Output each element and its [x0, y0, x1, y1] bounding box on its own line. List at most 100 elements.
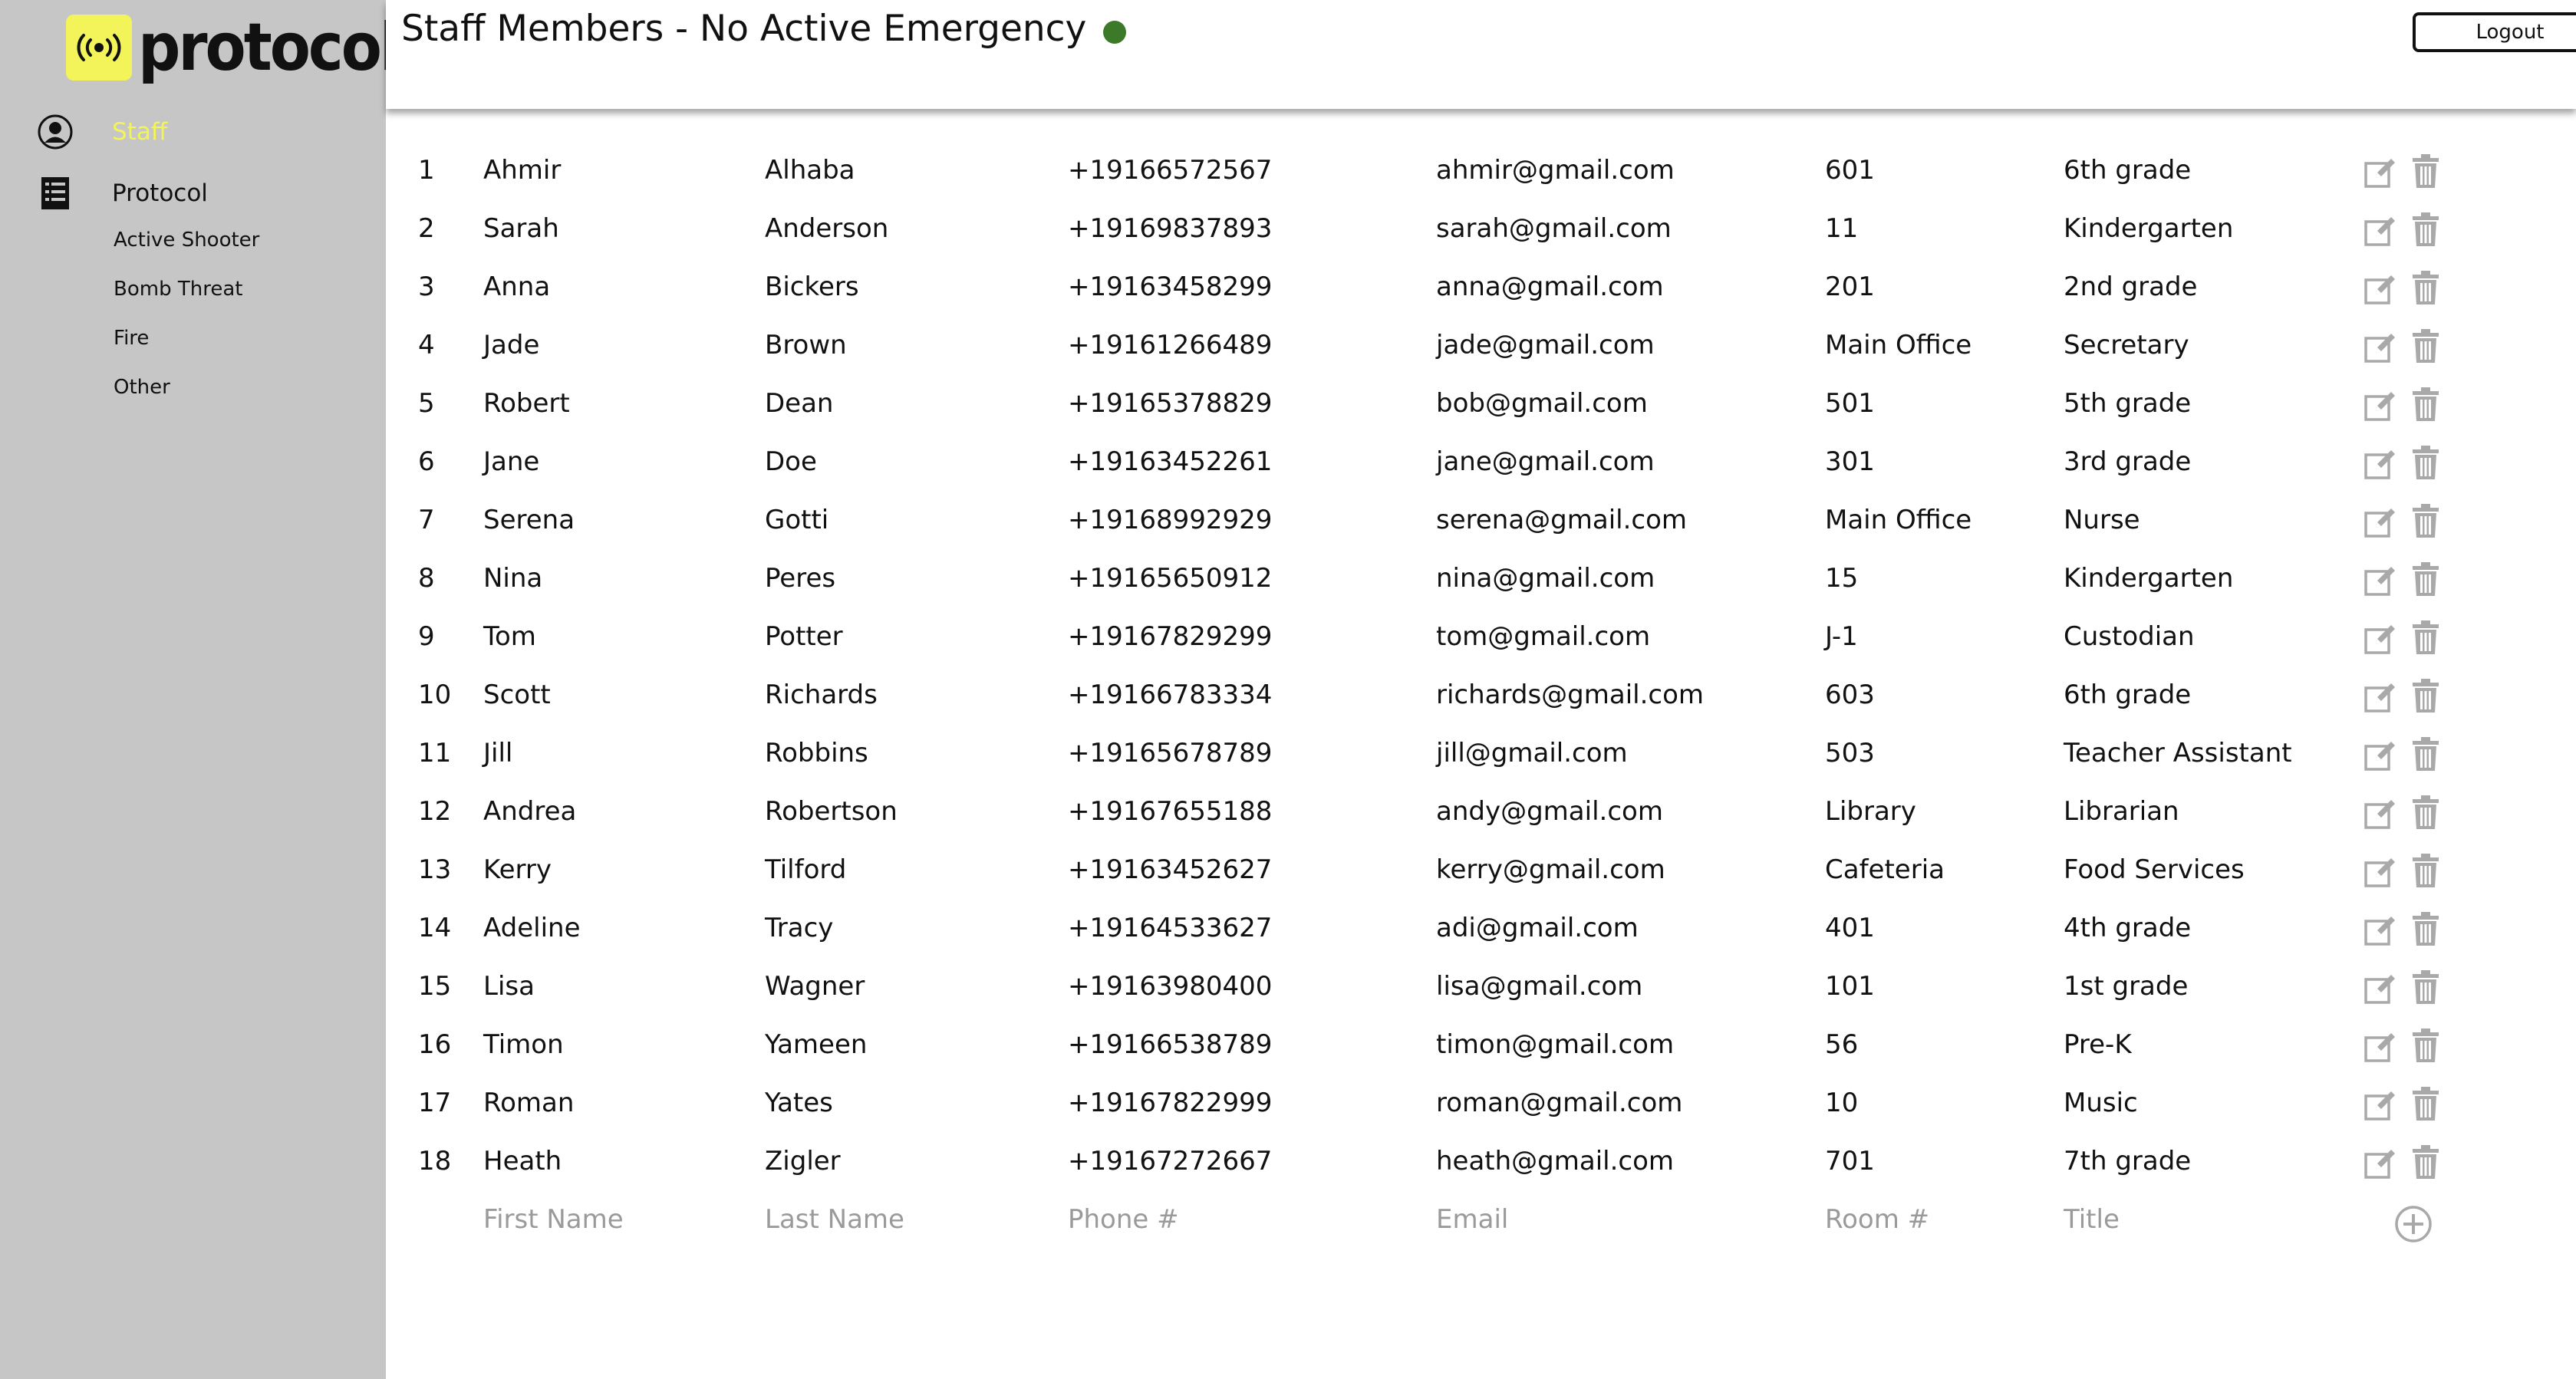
edit-icon[interactable]: [2364, 1089, 2397, 1130]
nav-staff[interactable]: Staff: [37, 114, 167, 150]
logout-button[interactable]: Logout: [2413, 12, 2576, 52]
job-title-cell: Custodian: [2064, 621, 2195, 652]
last-name-cell: Doe: [765, 446, 817, 477]
room-number-cell: 603: [1825, 680, 1875, 710]
phone-input[interactable]: [1068, 1204, 1298, 1235]
first-name-input[interactable]: [483, 1204, 713, 1235]
trash-icon[interactable]: [2411, 795, 2440, 837]
edit-icon[interactable]: [2364, 156, 2397, 197]
edit-icon[interactable]: [2364, 448, 2397, 489]
edit-icon[interactable]: [2364, 681, 2397, 722]
job-title-cell: Secretary: [2064, 330, 2189, 360]
protocol-item-active-shooter[interactable]: Active Shooter: [114, 224, 259, 273]
title-input[interactable]: [2064, 1204, 2294, 1235]
plus-circle-icon[interactable]: [2393, 1204, 2433, 1251]
job-title-cell: Librarian: [2064, 796, 2179, 827]
phone-number-cell: +19167822999: [1068, 1088, 1273, 1118]
last-name-cell: Bickers: [765, 272, 859, 302]
trash-icon[interactable]: [2411, 911, 2440, 953]
edit-icon[interactable]: [2364, 623, 2397, 663]
trash-icon[interactable]: [2411, 678, 2440, 720]
trash-icon[interactable]: [2411, 1028, 2440, 1070]
email-cell: ahmir@gmail.com: [1436, 155, 1675, 186]
edit-icon[interactable]: [2364, 914, 2397, 955]
edit-icon[interactable]: [2364, 798, 2397, 838]
edit-icon[interactable]: [2364, 739, 2397, 780]
first-name-cell: Jill: [483, 738, 513, 768]
job-title-cell: Nurse: [2064, 505, 2140, 535]
edit-icon[interactable]: [2364, 506, 2397, 547]
trash-icon[interactable]: [2411, 153, 2440, 196]
trash-icon[interactable]: [2411, 561, 2440, 604]
row-number-cell: 16: [418, 1029, 452, 1060]
phone-number-cell: +19166783334: [1068, 680, 1273, 710]
phone-number-cell: +19164533627: [1068, 913, 1273, 943]
room-number-cell: 301: [1825, 446, 1875, 477]
trash-icon[interactable]: [2411, 445, 2440, 487]
room-input[interactable]: [1825, 1204, 2055, 1235]
room-number-cell: 701: [1825, 1146, 1875, 1177]
last-name-input[interactable]: [765, 1204, 995, 1235]
trash-icon[interactable]: [2411, 1144, 2440, 1186]
trash-icon[interactable]: [2411, 328, 2440, 370]
job-title-cell: 2nd grade: [2064, 272, 2198, 302]
email-cell: serena@gmail.com: [1436, 505, 1688, 535]
trash-icon[interactable]: [2411, 270, 2440, 312]
phone-number-cell: +19165650912: [1068, 563, 1273, 594]
last-name-cell: Robertson: [765, 796, 898, 827]
job-title-cell: Pre-K: [2064, 1029, 2132, 1060]
edit-icon[interactable]: [2364, 973, 2397, 1013]
trash-icon[interactable]: [2411, 736, 2440, 778]
row-number-cell: 18: [418, 1146, 452, 1177]
table-row: 7 Serena Gotti +19168992929 serena@gmail.com…: [386, 497, 2576, 555]
trash-icon[interactable]: [2411, 387, 2440, 429]
room-number-cell: 503: [1825, 738, 1875, 768]
room-number-cell: 501: [1825, 388, 1875, 419]
email-cell: sarah@gmail.com: [1436, 213, 1672, 244]
protocol-item-fire[interactable]: Fire: [114, 322, 259, 371]
first-name-cell: Jane: [483, 446, 540, 477]
nav-staff-label: Staff: [112, 118, 168, 146]
edit-icon[interactable]: [2364, 1031, 2397, 1071]
edit-icon[interactable]: [2364, 331, 2397, 372]
table-row: 12 Andrea Robertson +19167655188 andy@gmail.…: [386, 788, 2576, 847]
first-name-cell: Tom: [483, 621, 536, 652]
job-title-cell: Teacher Assistant: [2064, 738, 2292, 768]
trash-icon[interactable]: [2411, 853, 2440, 895]
protocol-item-bomb-threat[interactable]: Bomb Threat: [114, 273, 259, 322]
edit-icon[interactable]: [2364, 273, 2397, 314]
trash-icon[interactable]: [2411, 212, 2440, 254]
phone-number-cell: +19167829299: [1068, 621, 1273, 652]
email-cell: kerry@gmail.com: [1436, 854, 1665, 885]
phone-number-cell: +19166538789: [1068, 1029, 1273, 1060]
first-name-cell: Sarah: [483, 213, 559, 244]
edit-icon[interactable]: [2364, 856, 2397, 897]
table-row: 6 Jane Doe +19163452261 jane@gmail.com 301 3rd…: [386, 439, 2576, 497]
phone-number-cell: +19165678789: [1068, 738, 1273, 768]
email-input[interactable]: [1436, 1204, 1666, 1235]
trash-icon[interactable]: [2411, 969, 2440, 1012]
first-name-cell: Kerry: [483, 854, 552, 885]
row-number-cell: 17: [418, 1088, 452, 1118]
table-row: 10 Scott Richards +19166783334 richards@gmai…: [386, 672, 2576, 730]
protocol-item-other[interactable]: Other: [114, 371, 259, 420]
first-name-cell: Andrea: [483, 796, 577, 827]
edit-icon[interactable]: [2364, 390, 2397, 430]
row-number-cell: 4: [418, 330, 435, 360]
edit-icon[interactable]: [2364, 564, 2397, 605]
trash-icon[interactable]: [2411, 620, 2440, 662]
first-name-cell: Nina: [483, 563, 543, 594]
room-number-cell: 11: [1825, 213, 1859, 244]
row-number-cell: 1: [418, 155, 435, 186]
edit-icon[interactable]: [2364, 1147, 2397, 1188]
trash-icon[interactable]: [2411, 1086, 2440, 1128]
first-name-cell: Timon: [483, 1029, 564, 1060]
room-number-cell: Main Office: [1825, 330, 1972, 360]
nav-protocol[interactable]: Protocol: [37, 175, 208, 212]
nav-protocol-label: Protocol: [112, 179, 208, 207]
job-title-cell: 4th grade: [2064, 913, 2192, 943]
trash-icon[interactable]: [2411, 503, 2440, 545]
user-circle-icon: [37, 114, 74, 150]
last-name-cell: Tilford: [765, 854, 847, 885]
edit-icon[interactable]: [2364, 215, 2397, 255]
